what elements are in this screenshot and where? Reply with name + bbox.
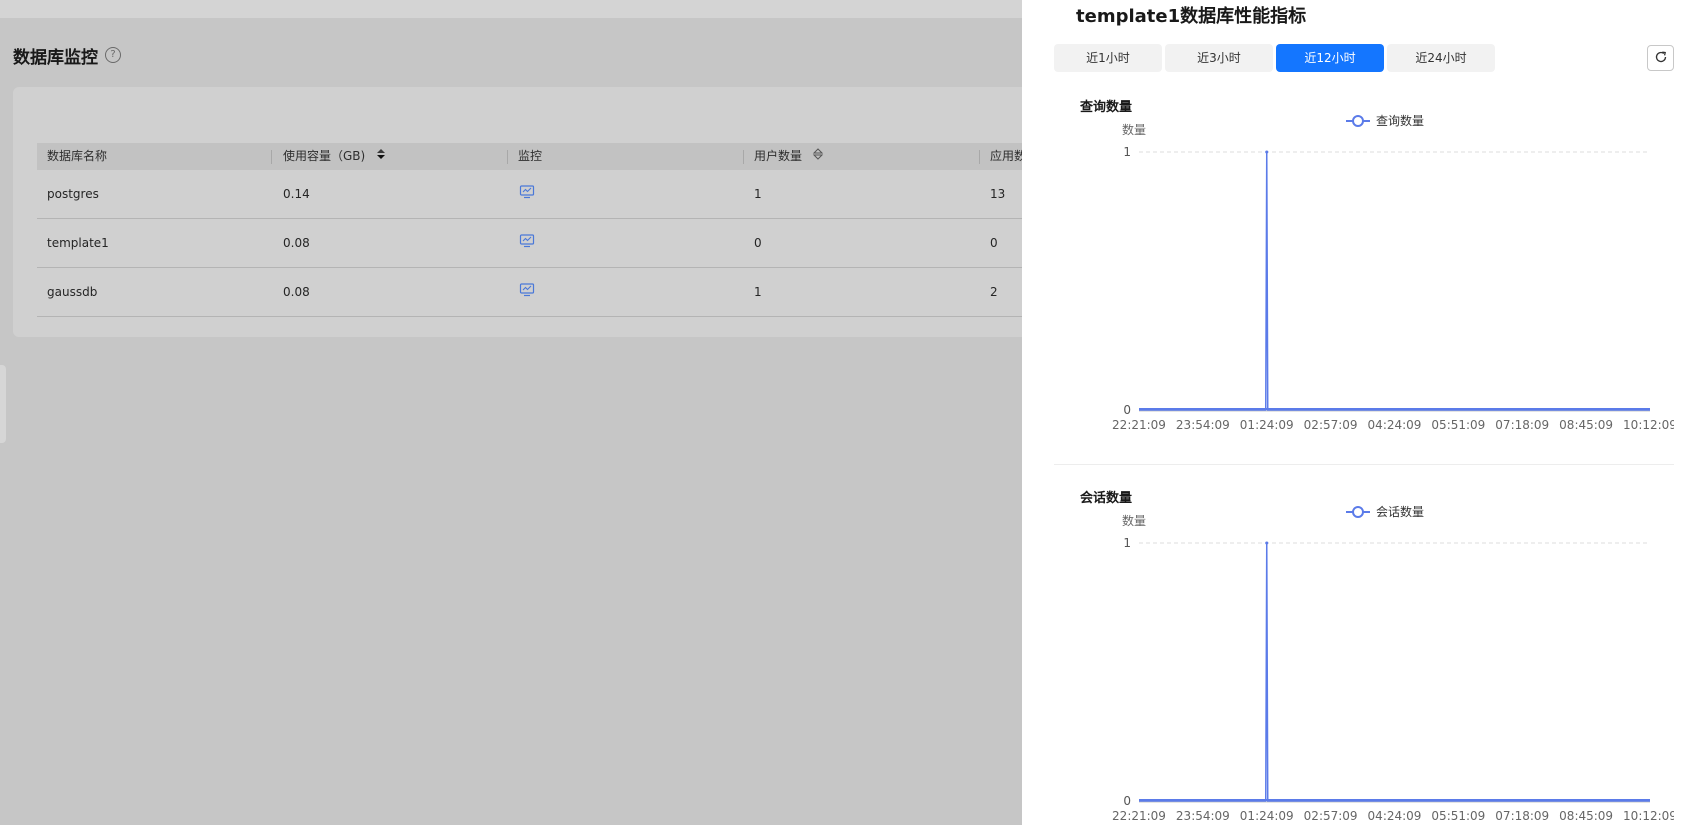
x-tick-label: 08:45:09 bbox=[1559, 418, 1613, 432]
column-divider bbox=[979, 150, 980, 164]
drawer-title: template1数据库性能指标 bbox=[1076, 6, 1307, 27]
x-tick-label: 01:24:09 bbox=[1240, 418, 1294, 432]
cell-apps: 13 bbox=[990, 187, 1006, 201]
legend-label: 会话数量 bbox=[1376, 504, 1424, 519]
series-line bbox=[1139, 542, 1650, 802]
x-tick-label: 02:57:09 bbox=[1304, 809, 1358, 823]
legend-marker bbox=[1352, 506, 1364, 518]
refresh-icon bbox=[1654, 49, 1668, 68]
cell-apps: 2 bbox=[990, 285, 998, 299]
page-title: 数据库监控 bbox=[13, 48, 98, 68]
col-header-apps: 应用数 bbox=[990, 149, 1027, 163]
time-range-tabs: 近1小时 近3小时 近12小时 近24小时 bbox=[1054, 44, 1495, 73]
cell-users: 1 bbox=[754, 187, 762, 201]
x-tick-label: 23:54:09 bbox=[1176, 809, 1230, 823]
y-axis-label: 数量 bbox=[1122, 122, 1146, 137]
table-row: template1 0.08 0 0 bbox=[37, 219, 1077, 268]
section-divider bbox=[1054, 464, 1674, 465]
x-tick-label: 22:21:09 bbox=[1112, 418, 1166, 432]
tab-12h[interactable]: 近12小时 bbox=[1276, 44, 1384, 72]
monitor-chart-icon[interactable] bbox=[519, 233, 535, 248]
col-header-users-label: 用户数量 bbox=[754, 149, 803, 163]
help-circle-icon[interactable]: ? bbox=[105, 47, 121, 63]
cell-db-name: gaussdb bbox=[47, 285, 98, 299]
legend: 会话数量 bbox=[1346, 504, 1424, 519]
cell-apps: 0 bbox=[990, 236, 998, 250]
x-tick-label: 10:12:09 bbox=[1623, 418, 1674, 432]
sort-icon[interactable] bbox=[812, 143, 824, 170]
cell-size: 0.08 bbox=[283, 285, 310, 299]
cell-users: 1 bbox=[754, 285, 762, 299]
series-line bbox=[1139, 151, 1650, 411]
column-divider bbox=[507, 150, 508, 164]
x-tick-label: 05:51:09 bbox=[1431, 418, 1485, 432]
metrics-drawer: template1数据库性能指标 近1小时 近3小时 近12小时 近24小时 查… bbox=[1022, 0, 1695, 825]
y-tick-label: 0 bbox=[1123, 403, 1131, 417]
col-header-users[interactable]: 用户数量 bbox=[754, 143, 824, 170]
series-peak-point bbox=[1265, 541, 1269, 545]
x-tick-label: 02:57:09 bbox=[1304, 418, 1358, 432]
x-tick-label: 01:24:09 bbox=[1240, 809, 1294, 823]
y-tick-label: 1 bbox=[1123, 536, 1131, 550]
legend: 查询数量 bbox=[1346, 113, 1424, 128]
y-tick-label: 0 bbox=[1123, 794, 1131, 808]
x-tick-label: 10:12:09 bbox=[1623, 809, 1674, 823]
table-header: 数据库名称 使用容量（GB) 监控 用户数量 应用数 bbox=[37, 143, 1077, 170]
table-row: gaussdb 0.08 1 2 bbox=[37, 268, 1077, 317]
legend-marker bbox=[1352, 115, 1364, 127]
x-tick-label: 07:18:09 bbox=[1495, 418, 1549, 432]
column-divider bbox=[271, 150, 272, 164]
table-row: postgres 0.14 1 13 bbox=[37, 170, 1077, 219]
series-peak-point bbox=[1265, 150, 1269, 154]
x-tick-label: 04:24:09 bbox=[1368, 418, 1422, 432]
monitor-chart-icon[interactable] bbox=[519, 282, 535, 297]
cell-size: 0.14 bbox=[283, 187, 310, 201]
x-tick-label: 05:51:09 bbox=[1431, 809, 1485, 823]
col-header-monitor: 监控 bbox=[518, 149, 543, 163]
x-tick-label: 08:45:09 bbox=[1559, 809, 1613, 823]
sort-icon[interactable] bbox=[375, 143, 387, 170]
tab-3h[interactable]: 近3小时 bbox=[1165, 44, 1273, 72]
sidebar-collapse-handle[interactable] bbox=[0, 365, 6, 443]
y-axis-label: 数量 bbox=[1122, 513, 1146, 528]
queries-line-chart: 查询数量数量 0 1 22:21:09 23:54:09 01:24:09 02:57:09… bbox=[1112, 113, 1674, 432]
cell-users: 0 bbox=[754, 236, 762, 250]
x-tick-label: 22:21:09 bbox=[1112, 809, 1166, 823]
cell-db-name: template1 bbox=[47, 236, 109, 250]
tab-24h[interactable]: 近24小时 bbox=[1387, 44, 1495, 72]
col-header-name: 数据库名称 bbox=[47, 149, 108, 163]
database-table: 数据库名称 使用容量（GB) 监控 用户数量 应用数 postgres 0.14… bbox=[37, 143, 1077, 317]
monitor-chart-icon[interactable] bbox=[519, 184, 535, 199]
sessions-line-chart: 会话数量数量 0 1 22:21:09 23:54:09 01:24:09 02:57:09… bbox=[1112, 504, 1674, 823]
column-divider bbox=[743, 150, 744, 164]
cell-db-name: postgres bbox=[47, 187, 99, 201]
cell-size: 0.08 bbox=[283, 236, 310, 250]
x-tick-label: 07:18:09 bbox=[1495, 809, 1549, 823]
x-tick-label: 04:24:09 bbox=[1368, 809, 1422, 823]
refresh-button[interactable] bbox=[1647, 45, 1674, 71]
tab-1h[interactable]: 近1小时 bbox=[1054, 44, 1162, 72]
x-tick-label: 23:54:09 bbox=[1176, 418, 1230, 432]
col-header-size-label: 使用容量（GB) bbox=[283, 149, 366, 163]
legend-label: 查询数量 bbox=[1376, 113, 1424, 128]
col-header-size[interactable]: 使用容量（GB) bbox=[283, 143, 387, 170]
y-tick-label: 1 bbox=[1123, 145, 1131, 159]
